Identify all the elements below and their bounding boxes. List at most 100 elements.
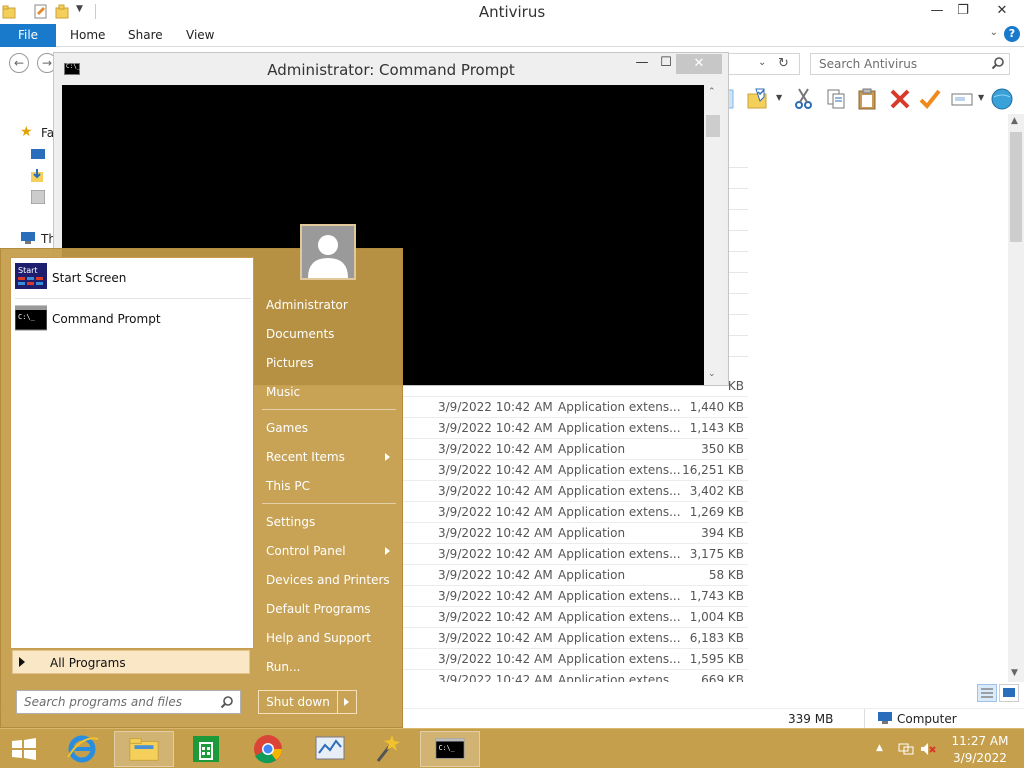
explorer-titlebar[interactable]: ▼ Antivirus — ❐ ✕	[0, 0, 1024, 24]
shutdown-button[interactable]: Shut down	[258, 690, 338, 714]
cmd-scroll-thumb[interactable]	[706, 115, 720, 137]
restore-button[interactable]: ❐	[946, 0, 980, 22]
taskbar-store[interactable]	[176, 731, 236, 767]
file-date: 3/9/2022 10:42 AM	[438, 421, 553, 435]
chevron-down-icon[interactable]: ▼	[978, 93, 984, 102]
show-hidden-icons-icon[interactable]: ▲	[876, 743, 892, 757]
start-link-pictures[interactable]: Pictures	[258, 350, 398, 376]
volume-muted-icon[interactable]	[920, 742, 936, 756]
shutdown-options-button[interactable]	[337, 690, 357, 714]
start-link-devices-and-printers[interactable]: Devices and Printers	[258, 567, 398, 593]
start-link-default-programs[interactable]: Default Programs	[258, 596, 398, 622]
table-row[interactable]: 3/9/2022 10:42 AM Application extens... 1,…	[400, 649, 748, 670]
file-size: 16,251 KB	[682, 463, 744, 477]
all-programs-button[interactable]: All Programs	[12, 650, 250, 674]
chevron-down-icon[interactable]: ⌄	[990, 27, 998, 38]
cmd-window-title: Administrator: Command Prompt	[267, 61, 515, 79]
search-input[interactable]	[811, 54, 987, 74]
globe-icon[interactable]	[990, 87, 1014, 111]
start-link-run[interactable]: Run...	[258, 654, 398, 680]
chevron-down-icon[interactable]: ⌄	[758, 57, 766, 68]
scroll-thumb[interactable]	[1010, 132, 1022, 242]
cut-icon[interactable]	[792, 87, 816, 111]
cmd-scrollbar[interactable]: ⌃ ⌄	[704, 85, 722, 385]
start-link-label: Games	[266, 421, 308, 435]
file-size: 3,175 KB	[689, 547, 744, 561]
start-search-input[interactable]	[17, 691, 217, 713]
delete-icon[interactable]	[888, 87, 912, 111]
file-date: 3/9/2022 10:42 AM	[438, 400, 553, 414]
back-icon[interactable]: ←	[9, 53, 29, 73]
start-link-administrator[interactable]: Administrator	[258, 292, 398, 318]
table-row[interactable]: 3/9/2022 10:42 AM Application extens... 1,…	[400, 502, 748, 523]
copy-icon[interactable]	[824, 87, 848, 111]
start-link-music[interactable]: Music	[258, 379, 398, 405]
table-row[interactable]: 3/9/2022 10:42 AM Application extens... 1,…	[400, 397, 748, 418]
start-link-recent-items[interactable]: Recent Items	[258, 444, 398, 470]
refresh-icon[interactable]: ↻	[778, 56, 789, 71]
pinned-command-prompt[interactable]: C:\_ Command Prompt	[15, 303, 251, 337]
start-link-label: Settings	[266, 515, 316, 529]
table-row[interactable]: 3/9/2022 10:42 AM Application 58 KB	[400, 565, 748, 586]
chevron-down-icon[interactable]: ▼	[776, 93, 782, 102]
network-icon[interactable]	[898, 742, 914, 756]
table-row[interactable]: 3/9/2022 10:42 AM Application extens... 1,…	[400, 607, 748, 628]
tab-file[interactable]: File	[0, 24, 56, 47]
tab-view[interactable]: View	[186, 24, 214, 47]
scroll-up-icon[interactable]: ⌃	[708, 87, 716, 97]
table-row[interactable]: 3/9/2022 10:42 AM Application extens... 3,…	[400, 481, 748, 502]
cmd-close-button[interactable]: ✕	[676, 54, 722, 74]
search-box[interactable]	[810, 53, 1010, 75]
file-size: 350 KB	[701, 442, 744, 456]
start-search-box[interactable]	[16, 690, 241, 714]
address-field[interactable]: ⌄ ↻	[728, 53, 800, 75]
table-row[interactable]: 3/9/2022 10:42 AM Application extens... 3,…	[400, 544, 748, 565]
rename-icon[interactable]	[950, 87, 974, 111]
start-link-settings[interactable]: Settings	[258, 509, 398, 535]
table-row[interactable]: 3/9/2022 10:42 AM Application extens... 6,…	[400, 628, 748, 649]
pinned-start-screen[interactable]: Start Start Screen	[15, 262, 251, 296]
large-icons-view-icon[interactable]	[999, 684, 1019, 702]
help-icon[interactable]: ?	[1004, 26, 1020, 42]
taskbar-chrome[interactable]	[238, 731, 298, 767]
start-link-this-pc[interactable]: This PC	[258, 473, 398, 499]
start-link-games[interactable]: Games	[258, 415, 398, 441]
tab-home[interactable]: Home	[70, 24, 105, 47]
taskbar-file-explorer[interactable]	[114, 731, 174, 767]
clock-date[interactable]: 3/9/2022	[950, 751, 1010, 765]
check-icon[interactable]	[918, 87, 942, 111]
search-icon[interactable]	[220, 695, 234, 709]
clock-time[interactable]: 11:27 AM	[950, 734, 1010, 748]
gridline	[728, 251, 748, 252]
table-row[interactable]: 3/9/2022 10:42 AM Application 350 KB	[400, 439, 748, 460]
scroll-down-icon[interactable]: ⌄	[708, 369, 716, 379]
scroll-up-icon[interactable]: ▲	[1011, 116, 1018, 126]
table-row[interactable]: 3/9/2022 10:42 AM Application extens... 66…	[400, 670, 748, 682]
avatar[interactable]	[300, 224, 356, 280]
table-row[interactable]: 3/9/2022 10:42 AM Application extens... 16…	[400, 460, 748, 481]
taskbar-performance-monitor[interactable]	[300, 731, 360, 767]
paste-icon[interactable]	[856, 87, 880, 111]
table-row[interactable]: 3/9/2022 10:42 AM Application 394 KB	[400, 523, 748, 544]
details-view-icon[interactable]	[977, 684, 997, 702]
search-icon[interactable]	[991, 56, 1005, 70]
table-row[interactable]: 3/9/2022 10:42 AM Application extens... 1,…	[400, 586, 748, 607]
start-screen-icon: Start	[15, 263, 47, 289]
taskbar-wizard-tool[interactable]	[356, 731, 416, 767]
vertical-scrollbar[interactable]: ▲ ▼	[1008, 114, 1024, 682]
select-folder-icon[interactable]	[746, 87, 770, 111]
start-button[interactable]	[0, 731, 48, 767]
tab-share[interactable]: Share	[128, 24, 163, 47]
file-date: 3/9/2022 10:42 AM	[438, 526, 553, 540]
taskbar-command-prompt[interactable]: C:\_	[420, 731, 480, 767]
start-link-control-panel[interactable]: Control Panel	[258, 538, 398, 564]
cmd-icon: C:\_	[435, 738, 465, 759]
scroll-down-icon[interactable]: ▼	[1011, 668, 1018, 678]
file-date: 3/9/2022 10:42 AM	[438, 652, 553, 666]
start-link-help-and-support[interactable]: Help and Support	[258, 625, 398, 651]
file-size: 58 KB	[708, 568, 744, 582]
taskbar-internet-explorer[interactable]	[52, 731, 112, 767]
close-button[interactable]: ✕	[982, 0, 1022, 22]
table-row[interactable]: 3/9/2022 10:42 AM Application extens... 1,…	[400, 418, 748, 439]
start-link-documents[interactable]: Documents	[258, 321, 398, 347]
